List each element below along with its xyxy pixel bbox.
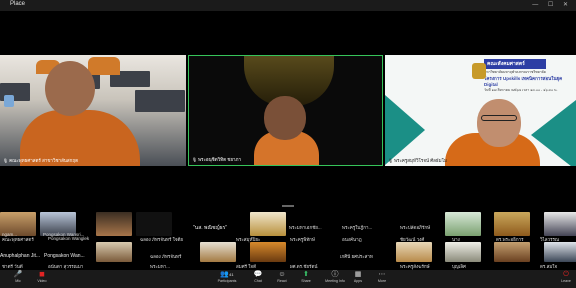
window-title: Place <box>10 1 26 7</box>
participants-button[interactable]: 👥41 Participants <box>215 271 239 284</box>
title-bar: Place — ☐ ✕ <box>0 0 576 11</box>
participants-icon: 👥41 <box>220 271 234 278</box>
gallery-thumb[interactable] <box>96 242 132 262</box>
participant-label: Pongsakon Wan... <box>44 253 85 259</box>
chat-button[interactable]: 💬 Chat <box>246 271 270 284</box>
video-tile-3[interactable]: คณะสังคมศาสตร์ มหาวิทยาลัยมหาจุฬาลงกรณรา… <box>385 55 576 166</box>
share-button[interactable]: ⬆ Share <box>294 271 318 284</box>
gallery-thumb[interactable] <box>445 212 481 236</box>
leave-icon: ⏻ <box>563 271 569 278</box>
gallery-thumb[interactable] <box>396 242 432 262</box>
participant-label: พระครูพิทักษ์ <box>290 237 315 242</box>
participant-label: อนันตา สุวรรณมา <box>48 264 84 269</box>
participant-label: อนงค์นาฎ <box>342 237 362 242</box>
participant-label: ดร.สมใจ <box>540 264 558 269</box>
share-icon: ⬆ <box>303 271 309 278</box>
participant-label: สมศรี ใจดี <box>236 264 256 269</box>
gallery-divider[interactable] <box>282 205 294 207</box>
virtual-background-banner: คณะสังคมศาสตร์ มหาวิทยาลัยมหาจุฬาลงกรณรา… <box>470 59 574 103</box>
video-button[interactable]: ◼ Video <box>30 271 54 284</box>
participant-label: พระมหาเอกชัย... <box>289 225 322 230</box>
apps-button[interactable]: ▦ Apps <box>346 271 370 284</box>
gallery-thumb[interactable] <box>544 212 576 236</box>
gallery-thumb[interactable] <box>494 242 530 262</box>
video-off-icon: ◼ <box>39 271 45 278</box>
gallery-thumb[interactable] <box>544 242 576 262</box>
more-icon: ⋯ <box>378 271 386 278</box>
participant-label: พระปลัดอภิรักษ์ <box>400 225 431 230</box>
participant-label: "นส. พณิชญ์ธร" <box>193 225 228 231</box>
participant-label: Anuphalphan Jit... <box>0 253 41 259</box>
more-button[interactable]: ⋯ More <box>370 271 394 284</box>
participant-label: พระครูสังฆรักษ์ <box>400 264 430 269</box>
react-icon: ☺ <box>278 271 286 278</box>
gallery-thumb[interactable] <box>200 242 236 262</box>
react-button[interactable]: ☺ React <box>270 271 294 284</box>
mic-button[interactable]: 🎤 Mic <box>6 271 30 284</box>
gallery-thumb[interactable] <box>96 212 132 236</box>
participant-label: Pongsakon Wanglek <box>48 236 90 241</box>
gallery-thumb[interactable] <box>445 242 481 262</box>
participant-label: พระมหา... <box>150 264 171 269</box>
participant-label: ฉลอง ภัทรจันทร์ ใจดีย <box>140 237 184 242</box>
participant-name: พระอนุชิตวิทิต ชยาภา <box>192 156 241 163</box>
window-controls[interactable]: — ☐ ✕ <box>532 1 572 8</box>
participant-label: ชาตรี วันดี <box>2 264 23 269</box>
gallery-thumb[interactable] <box>250 212 286 236</box>
participant-label: พระครูใบฎีกา... <box>342 225 373 230</box>
gallery-thumb[interactable] <box>250 242 286 262</box>
glasses <box>481 115 517 121</box>
top-strip <box>0 11 576 55</box>
mic-muted-icon: 🎤 <box>13 271 23 278</box>
participant-name: พระครูสมุห์วิโรจน์ ศีลธัมโม <box>388 157 447 164</box>
participant-label: เกศินี ยศประสาท <box>340 254 373 259</box>
video-tile-2-active-speaker[interactable]: พระอนุชิตวิทิต ชยาภา <box>188 55 383 166</box>
participant-label: ฉลอง ภัทรจันทร์ <box>150 254 182 259</box>
participant-label: คณะพุทธศาสตร์ <box>2 237 34 242</box>
university-seal-icon <box>472 63 486 79</box>
chat-icon: 💬 <box>253 271 263 278</box>
participant-label: ผศ.ดร.ชัยรัตน์ <box>290 264 318 269</box>
video-tile-1[interactable]: คณะพุทธศาสตร์ สาขาวิชาสันสกฤต <box>0 55 186 166</box>
gallery-thumb[interactable] <box>494 212 530 236</box>
apps-icon: ▦ <box>354 271 362 278</box>
gallery-thumb[interactable] <box>136 212 172 236</box>
participant-name: คณะพุทธศาสตร์ สาขาวิชาสันสกฤต <box>3 157 78 164</box>
participant-label: บุญเลิศ <box>452 264 466 269</box>
leave-button[interactable]: ⏻ Leave <box>556 271 576 284</box>
